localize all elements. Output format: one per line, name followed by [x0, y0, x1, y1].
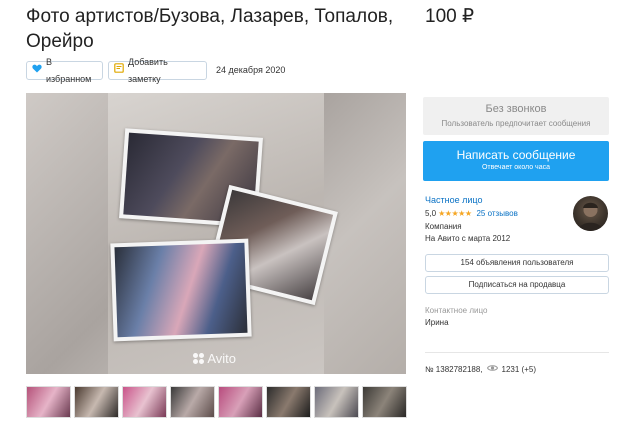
avito-logo-icon — [193, 353, 205, 364]
contact-person-name: Ирина — [425, 318, 449, 327]
contact-person-label: Контактное лицо — [425, 306, 488, 315]
favorite-button[interactable]: В избранном — [26, 57, 103, 84]
thumbnail[interactable] — [26, 386, 71, 418]
favorite-label: В избранном — [46, 56, 92, 84]
seller-kind: Компания — [425, 222, 462, 231]
ad-number: № 1382782188, — [425, 365, 483, 374]
listing-price: 100 ₽ — [425, 6, 475, 27]
add-note-label: Добавить заметку — [128, 56, 168, 84]
thumbnail[interactable] — [74, 386, 119, 418]
thumbnail[interactable] — [362, 386, 407, 418]
photo-card-3 — [110, 238, 252, 342]
heart-icon — [32, 62, 42, 79]
note-icon — [114, 62, 124, 79]
response-time-label: Отвечает около часа — [481, 164, 550, 171]
photo-gallery[interactable]: Avito — [26, 93, 406, 374]
rating-stars-icon: ★★★★★ — [438, 209, 472, 218]
listing-title: Фото артистов/Бузова, Лазарев, Топалов, … — [26, 6, 394, 52]
write-message-label: Написать сообщение — [456, 148, 576, 162]
ad-meta: № 1382782188, 1231 (+5) — [425, 364, 536, 375]
avito-watermark: Avito — [193, 351, 236, 366]
seller-type-link[interactable]: Частное лицо — [425, 195, 482, 206]
user-ads-button[interactable]: 154 объявления пользователя — [425, 254, 609, 272]
no-calls-subtitle: Пользователь предпочитает сообщения — [441, 119, 591, 128]
add-note-button[interactable]: Добавить заметку — [108, 57, 207, 84]
seller-avatar[interactable] — [573, 196, 608, 231]
eye-icon — [486, 364, 498, 375]
watermark-text: Avito — [207, 351, 236, 366]
reviews-link[interactable]: 25 отзывов — [476, 208, 517, 219]
thumbnail[interactable] — [266, 386, 311, 418]
rating-value: 5,0 — [425, 209, 437, 218]
no-calls-box: Без звонков Пользователь предпочитает со… — [423, 97, 609, 135]
thumbnail[interactable] — [170, 386, 215, 418]
subscribe-seller-button[interactable]: Подписаться на продавца — [425, 276, 609, 294]
views-count: 1231 (+5) — [501, 365, 536, 374]
thumbnail[interactable] — [122, 386, 167, 418]
no-calls-title: Без звонков — [485, 103, 547, 115]
seller-rating: 5,0 ★★★★★ 25 отзывов — [425, 208, 518, 219]
thumbnail-strip — [26, 386, 407, 418]
thumbnail[interactable] — [218, 386, 263, 418]
seller-since: На Авито с марта 2012 — [425, 234, 511, 243]
thumbnail[interactable] — [314, 386, 359, 418]
main-photo[interactable]: Avito — [108, 93, 338, 374]
write-message-button[interactable]: Написать сообщение Отвечает около часа — [423, 141, 609, 181]
divider — [425, 352, 609, 353]
listing-date: 24 декабря 2020 — [216, 65, 286, 75]
